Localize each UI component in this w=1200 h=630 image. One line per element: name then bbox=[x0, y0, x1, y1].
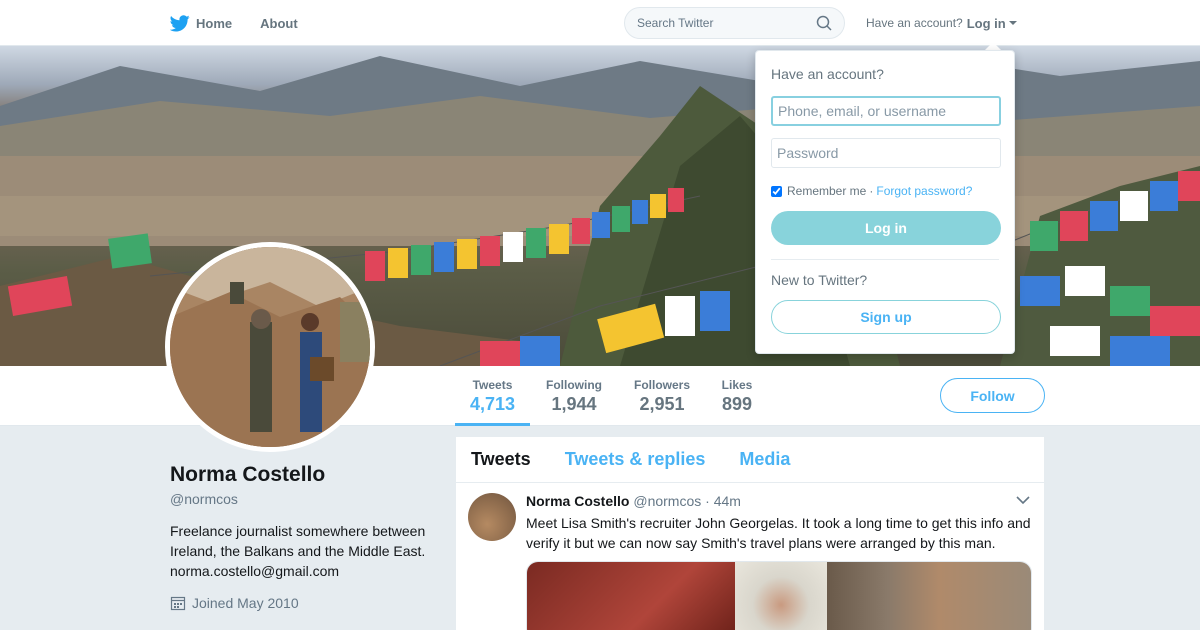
stat-value: 899 bbox=[721, 394, 753, 414]
media-image bbox=[827, 562, 1031, 630]
login-dropdown-toggle[interactable]: Log in bbox=[967, 16, 1017, 31]
stat-label: Tweets bbox=[472, 378, 513, 392]
password-field[interactable] bbox=[771, 138, 1001, 168]
stat-followers[interactable]: Followers 2,951 bbox=[628, 366, 696, 426]
stat-tweets[interactable]: Tweets 4,713 bbox=[455, 366, 530, 426]
profile-handle[interactable]: @normcos bbox=[170, 491, 238, 507]
nav-about-label: About bbox=[260, 15, 298, 31]
remember-row: Remember me · Forgot password? bbox=[771, 184, 999, 198]
tweet-media[interactable] bbox=[526, 561, 1032, 630]
bio-line: norma.costello@gmail.com bbox=[170, 563, 340, 579]
tweet-avatar[interactable] bbox=[468, 493, 516, 541]
media-image bbox=[735, 562, 827, 630]
search-placeholder: Search Twitter bbox=[637, 16, 714, 30]
stat-value: 4,713 bbox=[469, 394, 516, 414]
separator-dot: · bbox=[869, 184, 874, 198]
stat-label: Followers bbox=[633, 378, 690, 392]
signup-button[interactable]: Sign up bbox=[771, 300, 1001, 334]
tab-tweets[interactable]: Tweets bbox=[471, 449, 531, 470]
forgot-password-link[interactable]: Forgot password? bbox=[876, 184, 972, 198]
nav-left: Home About bbox=[170, 0, 326, 46]
tweet-text: Meet Lisa Smith's recruiter John Georgel… bbox=[526, 515, 1031, 551]
profile-name[interactable]: Norma Costello bbox=[170, 463, 325, 487]
timeline-tabs: Tweets Tweets & replies Media bbox=[456, 437, 1044, 483]
avatar-photo bbox=[170, 247, 370, 447]
caret-down-icon bbox=[1008, 21, 1017, 25]
stat-value: 2,951 bbox=[639, 394, 685, 414]
profile-avatar[interactable] bbox=[165, 242, 375, 452]
timeline: Tweets Tweets & replies Media Norma Cost… bbox=[456, 437, 1044, 630]
calendar-icon bbox=[170, 596, 186, 611]
bio-line: Freelance journalist somewhere between bbox=[170, 523, 426, 539]
tab-media[interactable]: Media bbox=[739, 449, 790, 470]
tweet-author-name[interactable]: Norma Costello bbox=[526, 493, 629, 509]
nav-about[interactable]: About bbox=[260, 0, 298, 46]
dropdown-divider bbox=[771, 259, 999, 260]
login-button[interactable]: Log in bbox=[771, 211, 1001, 245]
new-to-twitter-text: New to Twitter? bbox=[771, 272, 868, 288]
tab-tweets-replies[interactable]: Tweets & replies bbox=[565, 449, 706, 470]
tweet-header: Norma Costello @normcos · 44m bbox=[526, 493, 741, 509]
login-link-label: Log in bbox=[966, 15, 1006, 31]
joined-date: Joined May 2010 bbox=[170, 595, 299, 611]
stat-value: 1,944 bbox=[551, 394, 597, 414]
bio-line: Ireland, the Balkans and the Middle East… bbox=[170, 543, 426, 559]
follow-button[interactable]: Follow bbox=[940, 378, 1045, 413]
stat-following[interactable]: Following 1,944 bbox=[540, 366, 608, 426]
account-area: Have an account? Log in bbox=[866, 0, 1017, 46]
search-input[interactable]: Search Twitter bbox=[624, 7, 845, 39]
stat-label: Likes bbox=[721, 378, 753, 392]
login-dropdown: Have an account? Remember me · Forgot pa… bbox=[755, 50, 1015, 354]
profile-bio: Freelance journalist somewhere between I… bbox=[170, 521, 440, 581]
tweet[interactable]: Norma Costello @normcos · 44m Meet Lisa … bbox=[456, 483, 1044, 630]
have-account-text: Have an account? bbox=[866, 16, 963, 30]
stat-likes[interactable]: Likes 899 bbox=[712, 366, 762, 426]
stat-label: Following bbox=[546, 378, 602, 392]
top-navigation: Home About Search Twitter Have an accoun… bbox=[0, 0, 1200, 46]
chevron-down-icon[interactable] bbox=[1016, 495, 1030, 505]
dropdown-arrow bbox=[985, 42, 1001, 50]
dropdown-title: Have an account? bbox=[771, 66, 884, 82]
nav-home[interactable]: Home bbox=[170, 0, 232, 46]
username-field[interactable] bbox=[771, 96, 1001, 126]
search-icon[interactable] bbox=[816, 15, 832, 31]
tweet-author-handle[interactable]: @normcos bbox=[633, 493, 701, 509]
nav-home-label: Home bbox=[196, 15, 233, 31]
tweet-time[interactable]: · 44m bbox=[705, 493, 741, 509]
remember-label[interactable]: Remember me bbox=[787, 184, 866, 198]
media-image bbox=[527, 562, 735, 630]
remember-checkbox[interactable] bbox=[771, 185, 782, 197]
twitter-bird-icon bbox=[170, 14, 190, 31]
joined-label: Joined May 2010 bbox=[192, 595, 299, 611]
